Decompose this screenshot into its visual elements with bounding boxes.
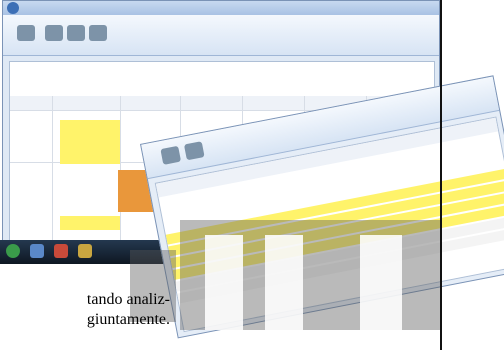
- watermark-logo: [205, 235, 243, 330]
- grid-line: [52, 96, 53, 258]
- ribbon-tool-icon[interactable]: [160, 145, 182, 165]
- ribbon-tool-icon[interactable]: [67, 25, 85, 41]
- start-icon[interactable]: [6, 244, 20, 258]
- ribbon-tool-icon[interactable]: [89, 25, 107, 41]
- ribbon-tool-icon[interactable]: [45, 25, 63, 41]
- caption-text: tando analiz- giuntamente.: [0, 290, 170, 330]
- taskbar-app-icon[interactable]: [54, 244, 68, 258]
- watermark-logo: [265, 235, 303, 330]
- page-divider: [440, 0, 442, 350]
- ribbon-tool-icon[interactable]: [17, 25, 35, 41]
- caption-line: giuntamente.: [86, 311, 170, 328]
- highlighted-cell[interactable]: [60, 216, 120, 230]
- ribbon-toolbar: [3, 15, 439, 56]
- app-menu-orb-icon[interactable]: [7, 2, 19, 14]
- watermark-logo: [360, 235, 402, 330]
- ribbon-tool-icon[interactable]: [183, 141, 205, 161]
- highlighted-cell[interactable]: [60, 120, 120, 164]
- caption-line: tando analiz-: [86, 291, 170, 308]
- taskbar-app-icon[interactable]: [78, 244, 92, 258]
- taskbar-app-icon[interactable]: [30, 244, 44, 258]
- window-titlebar: [3, 1, 439, 15]
